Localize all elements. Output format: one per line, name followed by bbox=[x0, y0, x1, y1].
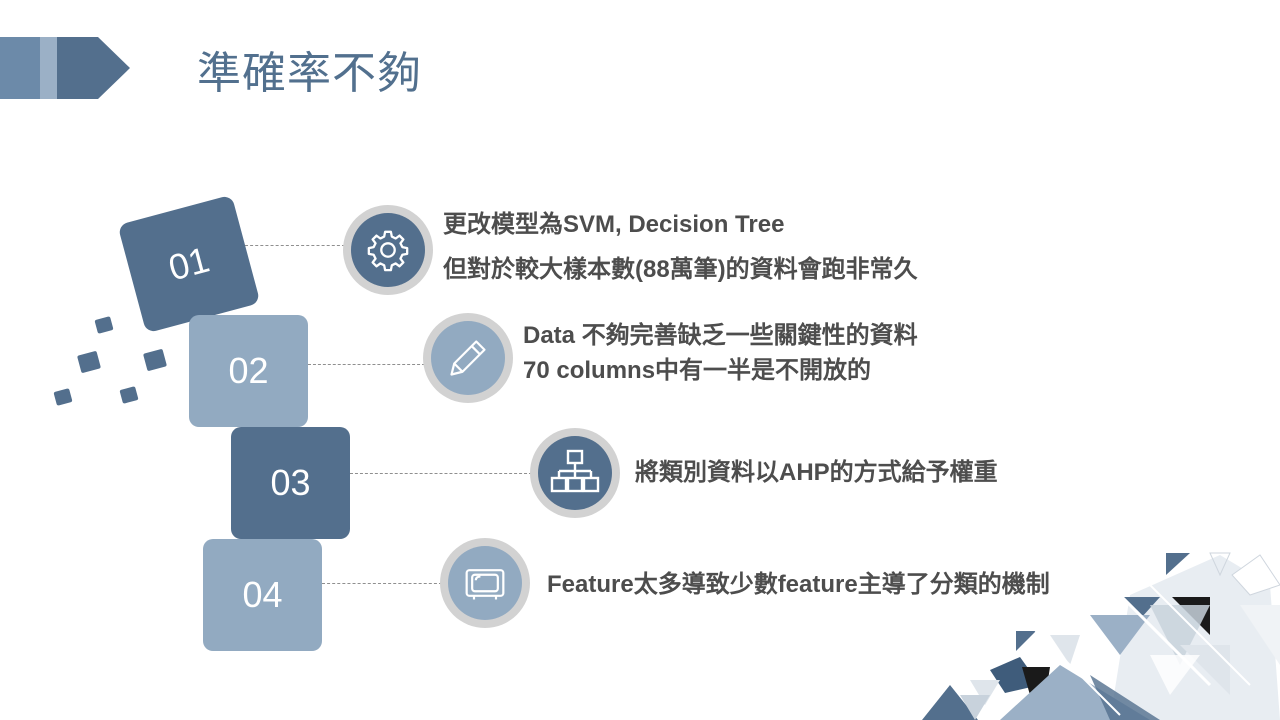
pencil-icon bbox=[450, 340, 486, 376]
icon-circle-01 bbox=[343, 205, 433, 295]
decor-square bbox=[94, 316, 114, 334]
header-arrow-bar bbox=[0, 37, 130, 99]
gear-icon bbox=[367, 230, 409, 272]
item-03-line-1: 將類別資料以AHP的方式給予權重 bbox=[635, 459, 998, 486]
decor-square bbox=[53, 388, 73, 406]
decor-square bbox=[77, 350, 101, 374]
step-number-box-03: 03 bbox=[231, 427, 350, 539]
monitor-icon bbox=[465, 569, 505, 600]
icon-circle-04 bbox=[440, 538, 530, 628]
connector-line-04 bbox=[322, 583, 442, 584]
step-number-box-01: 01 bbox=[117, 194, 261, 334]
icon-circle-02 bbox=[423, 313, 513, 403]
item-01-line-1: 更改模型為SVM, Decision Tree bbox=[443, 211, 785, 238]
page-title: 準確率不夠 bbox=[197, 48, 422, 99]
icon-circle-03 bbox=[530, 428, 620, 518]
decorative-triangles bbox=[922, 552, 1280, 720]
item-01-line-2: 但對於較大樣本數(88萬筆)的資料會跑非常久 bbox=[443, 256, 918, 283]
step-number-box-04: 04 bbox=[203, 539, 322, 651]
connector-line-03 bbox=[350, 473, 532, 474]
org-chart-icon bbox=[550, 449, 600, 493]
decor-square bbox=[143, 348, 167, 372]
connector-line-02 bbox=[308, 364, 425, 365]
item-02-line-1: Data 不夠完善缺乏一些關鍵性的資料 bbox=[523, 322, 918, 349]
decor-square bbox=[119, 386, 139, 404]
item-02-line-2: 70 columns中有一半是不開放的 bbox=[523, 357, 872, 384]
step-number-box-02: 02 bbox=[189, 315, 308, 427]
connector-line-01 bbox=[245, 245, 345, 246]
